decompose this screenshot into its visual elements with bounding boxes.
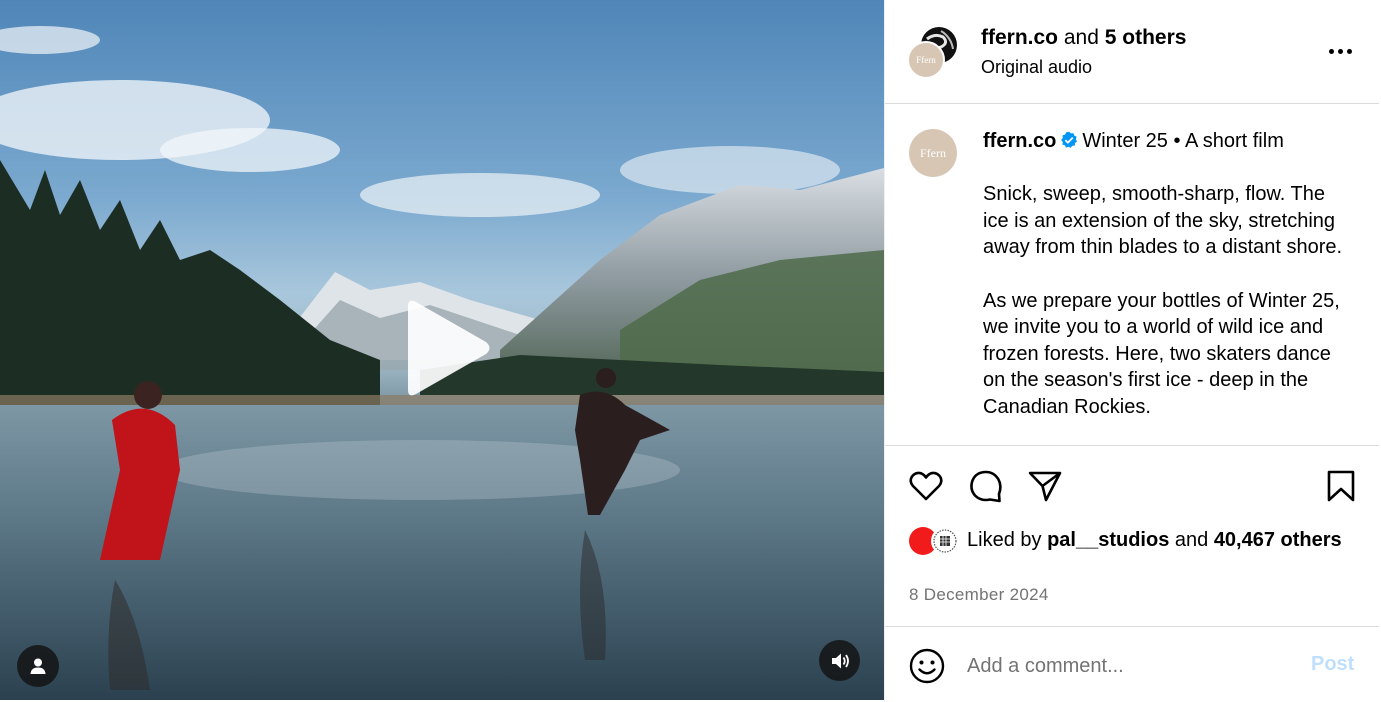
likes-text[interactable]: Liked by pal__studios and 40,467 others [967,527,1347,554]
paper-plane-icon [1028,471,1062,502]
comment-bar: Post [885,626,1379,702]
liker-avatar-studio [931,527,959,555]
audio-toggle-button[interactable] [819,640,860,681]
audio-label[interactable]: Original audio [981,57,1092,78]
studio-logo-icon [933,529,957,553]
comment-button[interactable] [968,468,1004,504]
comment-icon [970,470,1002,503]
like-button[interactable] [908,468,944,504]
post-panel: Ffern ffern.co and 5 others Original aud… [884,0,1381,702]
liker-avatars [909,527,963,555]
caption-text: ffern.co Winter 25 • A short film Snick,… [983,128,1353,421]
likes-user[interactable]: pal__studios [1047,529,1169,551]
tagged-users-button[interactable] [17,645,59,687]
more-icon [1328,48,1334,54]
post-button[interactable]: Post [1311,653,1354,676]
more-options-button[interactable] [1325,40,1355,62]
post-header: Ffern ffern.co and 5 others Original aud… [885,0,1379,104]
caption-paragraph-1: Snick, sweep, smooth-sharp, flow. The ic… [983,183,1343,259]
user-icon [30,658,46,674]
caption-username[interactable]: ffern.co [983,130,1056,152]
likes-count[interactable]: 40,467 others [1214,529,1342,551]
heart-icon [909,471,943,501]
video-player[interactable] [0,0,884,700]
post-date[interactable]: 8 December 2024 [909,585,1049,605]
play-button[interactable] [398,298,494,398]
save-button[interactable] [1323,468,1359,504]
verified-badge-icon [1061,131,1078,148]
share-button[interactable] [1027,468,1063,504]
bookmark-icon [1327,470,1355,502]
speaker-icon [831,653,849,668]
ffern-avatar-small: Ffern [907,41,945,79]
header-account[interactable]: ffern.co [981,26,1058,49]
header-others[interactable]: 5 others [1105,26,1187,49]
collab-avatars[interactable]: Ffern [907,27,959,79]
action-bar [885,446,1379,526]
comment-input[interactable] [967,649,1287,683]
caption-paragraph-2: As we prepare your bottles of Winter 25,… [983,289,1340,418]
caption-area[interactable]: Ffern ffern.co Winter 25 • A short film … [885,104,1379,446]
header-title[interactable]: ffern.co and 5 others [981,26,1186,50]
caption-title: Winter 25 • A short film [1082,130,1284,152]
emoji-icon [909,648,945,684]
emoji-button[interactable] [909,648,945,684]
play-icon [408,300,490,396]
ffern-avatar[interactable]: Ffern [909,129,957,177]
